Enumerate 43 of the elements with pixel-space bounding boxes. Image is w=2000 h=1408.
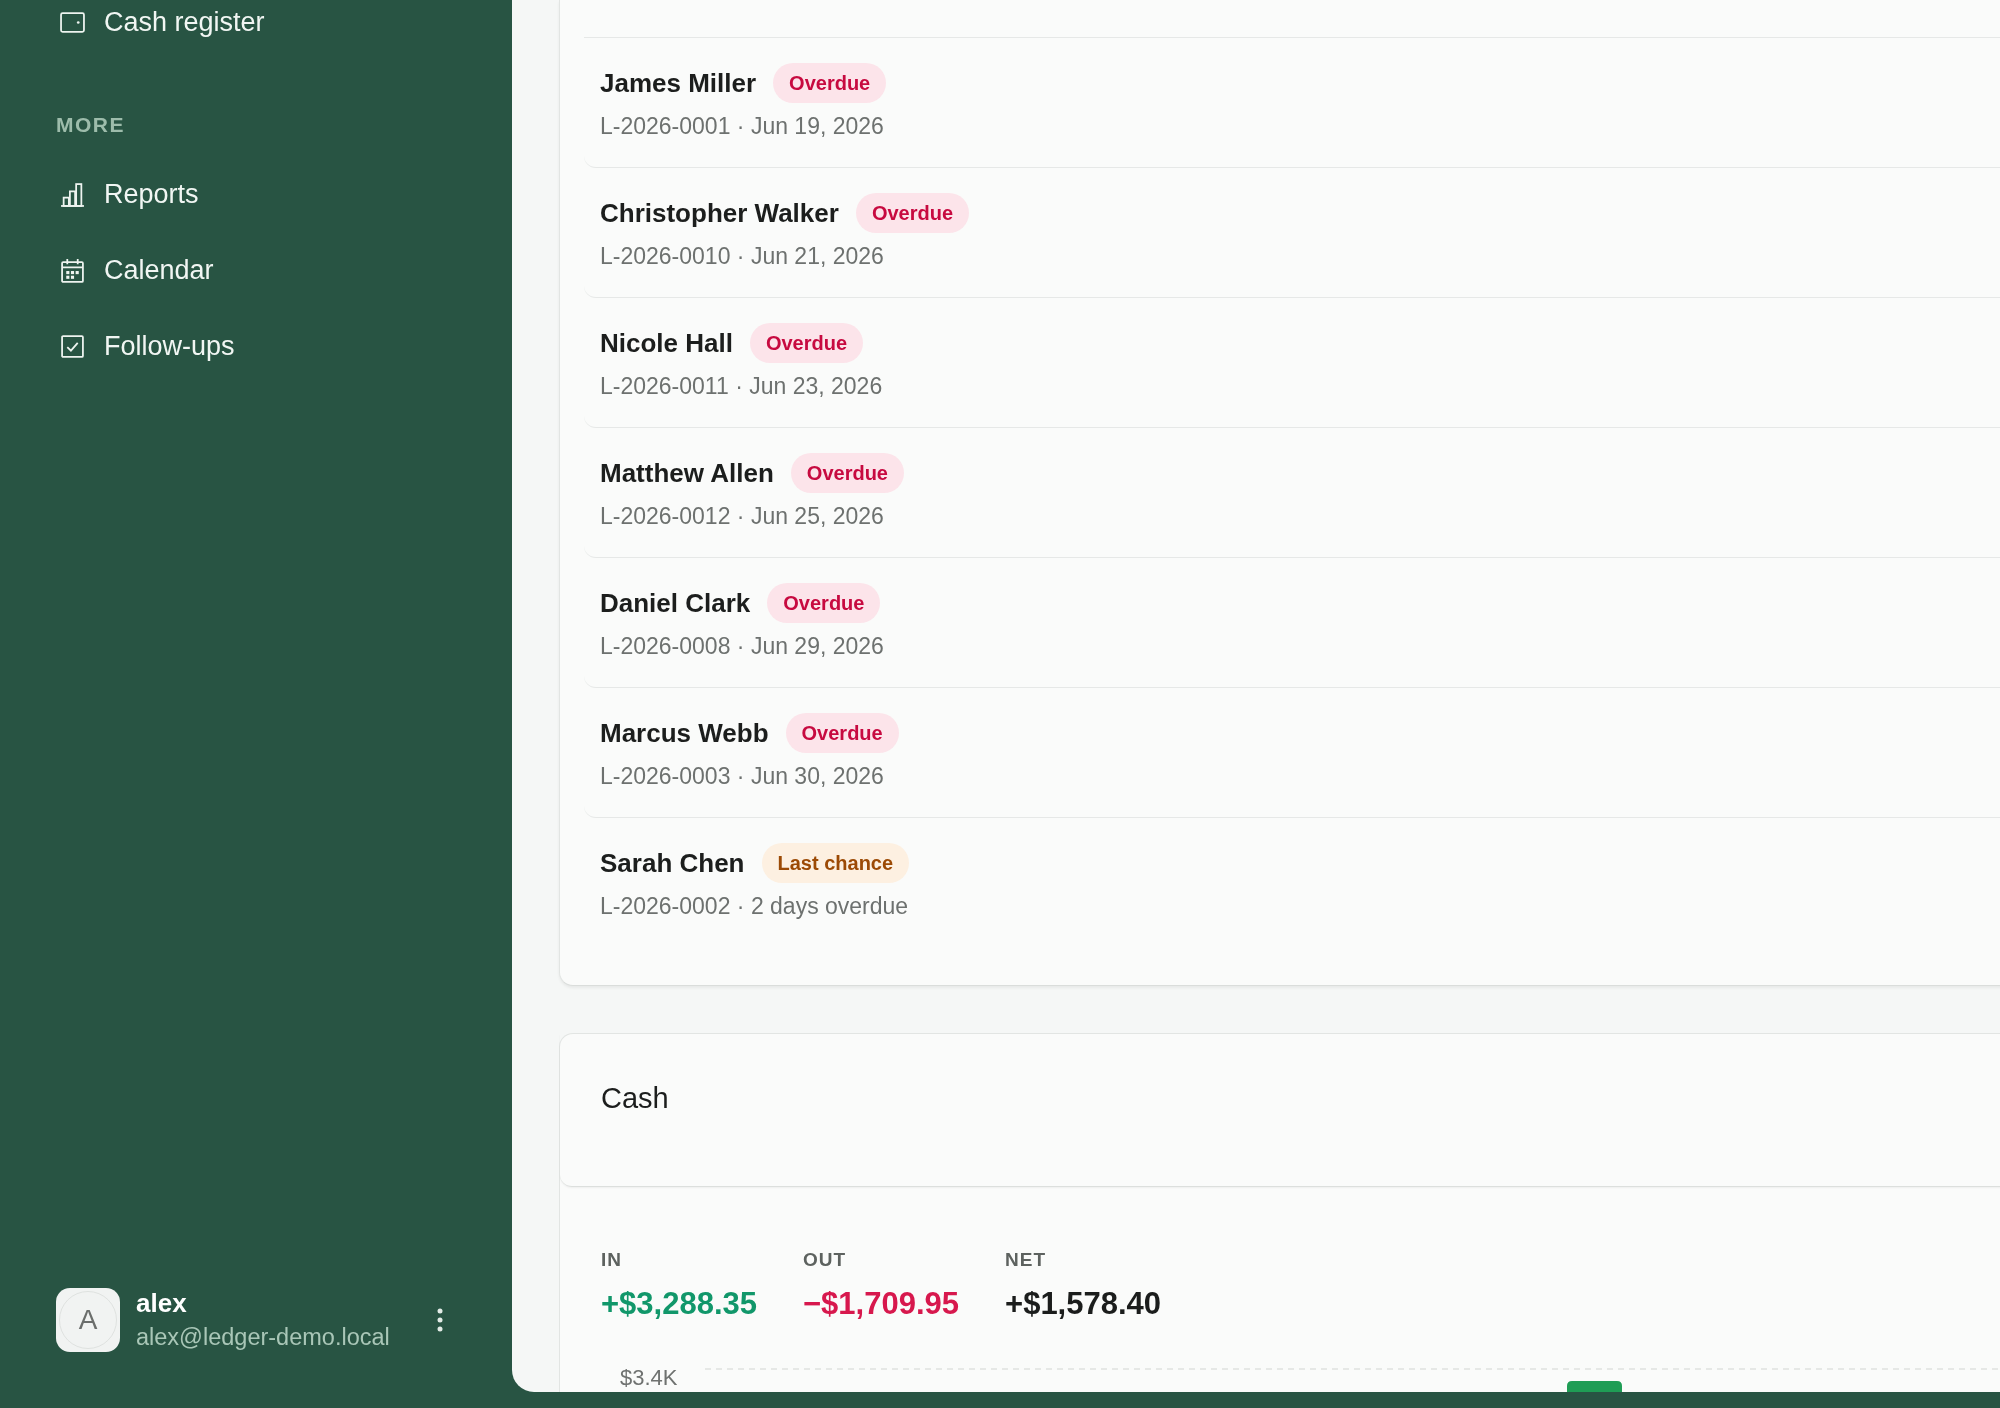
nav-item[interactable]: Follow-ups xyxy=(56,324,456,368)
loan-info: L-2026-0011 · Jun 23, 2026 xyxy=(600,372,883,401)
borrower-name: Daniel Clark xyxy=(600,587,751,620)
stat-value: −$1,709.95 xyxy=(803,1286,960,1322)
borrower-name: Matthew Allen xyxy=(600,457,774,490)
borrower-name: Marcus Webb xyxy=(600,717,769,750)
loan-info: L-2026-0003 · Jun 30, 2026 xyxy=(600,762,884,791)
stat-label: NET xyxy=(1005,1248,1047,1272)
card-title: Cash xyxy=(601,1081,669,1116)
status-badge: Overdue xyxy=(785,713,899,753)
section-label: MORE xyxy=(56,112,125,138)
stat-value: +$3,288.35 xyxy=(601,1286,757,1322)
chart-bar xyxy=(1567,1381,1622,1392)
wallet-icon xyxy=(60,11,85,33)
borrower-name: James Miller xyxy=(600,67,757,100)
borrower-name: Nicole Hall xyxy=(600,327,733,360)
status-badge: Overdue xyxy=(855,193,970,233)
user-email: alex@ledger-demo.local xyxy=(136,1323,390,1352)
borrower-name: Sarah Chen xyxy=(600,847,745,880)
user-name: alex xyxy=(136,1287,187,1319)
loan-info: L-2026-0001 · Jun 19, 2026 xyxy=(600,112,884,141)
stat-label: OUT xyxy=(803,1248,847,1272)
stat-value: +$1,578.40 xyxy=(1005,1286,1162,1322)
nav-item[interactable]: Calendar xyxy=(56,248,456,292)
loan-info: L-2026-0010 · Jun 21, 2026 xyxy=(600,242,884,271)
kebab-menu-icon xyxy=(437,1307,443,1332)
bar-chart-icon xyxy=(60,181,85,207)
calendar-icon xyxy=(60,257,85,283)
y-axis-label: $3.4K xyxy=(620,1366,678,1390)
status-badge: Last chance xyxy=(761,843,910,883)
stat-label: IN xyxy=(601,1248,622,1272)
status-badge: Overdue xyxy=(767,583,881,623)
status-badge: Overdue xyxy=(773,63,887,103)
loan-info: L-2026-0002 · 2 days overdue xyxy=(600,892,909,921)
nav-item[interactable]: Cash register xyxy=(56,0,456,44)
status-badge: Overdue xyxy=(790,453,904,493)
status-badge: Overdue xyxy=(749,323,864,363)
loan-info: L-2026-0008 · Jun 29, 2026 xyxy=(600,632,884,661)
avatar: A xyxy=(56,1287,120,1352)
loan-info: L-2026-0012 · Jun 25, 2026 xyxy=(600,502,884,531)
nav-item[interactable]: Reports xyxy=(56,172,456,216)
borrower-name: Christopher Walker xyxy=(600,197,839,230)
check-square-icon xyxy=(60,333,85,359)
